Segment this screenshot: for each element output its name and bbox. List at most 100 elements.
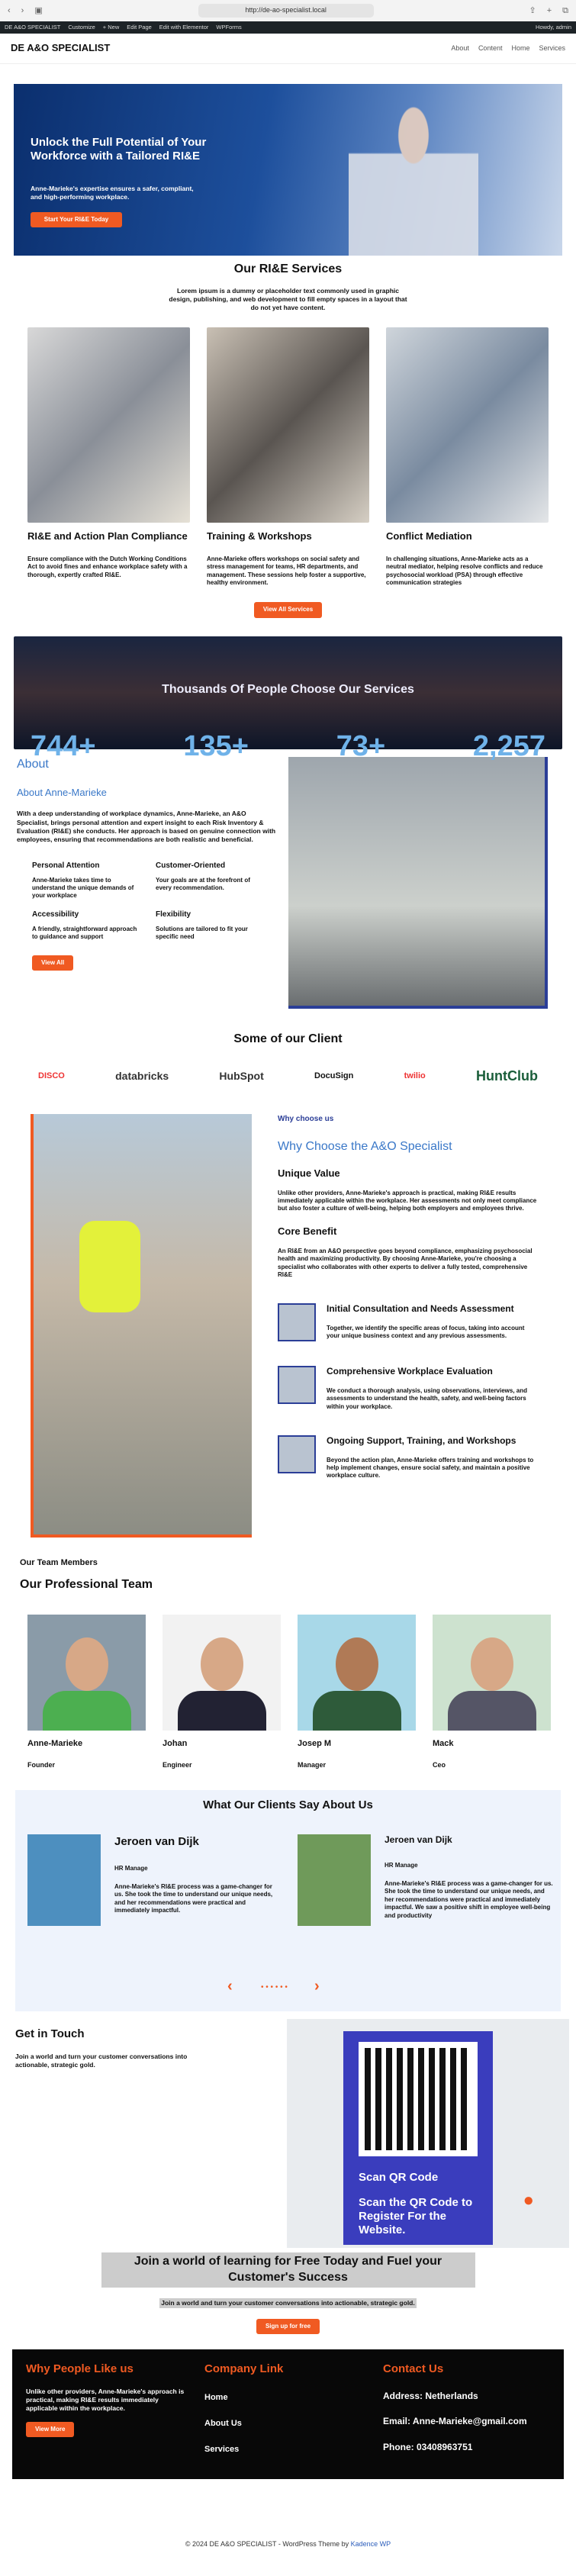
wp-elementor-link[interactable]: Edit with Elementor	[159, 24, 209, 31]
copyright-text: © 2024 DE A&O SPECIALIST - WordPress The…	[185, 2540, 349, 2549]
testimonial-text: Anne-Marieke's RI&E process was a game-c…	[385, 1880, 553, 1919]
nav-content[interactable]: Content	[478, 44, 503, 53]
footer-contact-title: Contact Us	[383, 2362, 444, 2376]
stats-title: Thousands Of People Choose Our Services	[162, 682, 414, 696]
footer-phone[interactable]: Phone: 03408963751	[383, 2442, 543, 2454]
member-name: Johan	[163, 1739, 188, 1749]
testimonials-title: What Our Clients Say About Us	[203, 1798, 373, 1812]
prev-arrow-icon[interactable]: ‹	[227, 1976, 233, 1996]
clients-title: Some of our Client	[233, 1032, 343, 1045]
service-image	[207, 327, 369, 523]
wp-howdy-link[interactable]: Howdy, admin	[536, 24, 571, 31]
wp-new-link[interactable]: + New	[103, 24, 119, 31]
service-title: Conflict Mediation	[386, 530, 472, 542]
contact-title: Get in Touch	[15, 2027, 85, 2041]
wp-customize-link[interactable]: Customize	[68, 24, 95, 31]
testimonial-name: Jeroen van Dijk	[114, 1835, 199, 1849]
process-step: Ongoing Support, Training, and Workshops…	[278, 1435, 537, 1480]
feature-title: Personal Attention	[32, 861, 100, 870]
testimonial-photo	[27, 1834, 101, 1927]
about-features: Personal Attention Anne-Marieke takes tim…	[32, 861, 261, 942]
next-arrow-icon[interactable]: ›	[314, 1976, 320, 1996]
about-section: About About Anne-Marieke With a deep und…	[17, 756, 559, 1009]
share-icon[interactable]: ⇪	[529, 5, 536, 16]
feature-text: Solutions are tailored to fit your speci…	[156, 925, 248, 941]
member-photo	[433, 1615, 551, 1731]
about-subtitle: About Anne-Marieke	[17, 786, 107, 798]
cta-subtitle: Join a world and turn your customer conv…	[159, 2297, 417, 2308]
back-icon[interactable]: ‹	[8, 5, 11, 16]
map[interactable]: Scan QR Code Scan the QR Code to Registe…	[287, 2019, 569, 2249]
wp-edit-link[interactable]: Edit Page	[127, 24, 152, 31]
services-lead: Lorem ipsum is a dummy or placeholder te…	[169, 286, 407, 311]
step-title: Initial Consultation and Needs Assessmen…	[327, 1303, 514, 1315]
carousel-dots[interactable]: • • • • • •	[261, 1982, 288, 1992]
about-description: With a deep understanding of workplace d…	[17, 810, 276, 843]
service-card: Training & Workshops Anne-Marieke offers…	[207, 327, 369, 587]
wp-site-link[interactable]: DE A&O SPECIALIST	[5, 24, 60, 31]
member-role: Engineer	[163, 1761, 192, 1769]
tabs-icon[interactable]: ⧉	[562, 5, 568, 16]
site-logo[interactable]: DE A&O SPECIALIST	[11, 42, 110, 55]
view-all-services-button[interactable]: View All Services	[253, 602, 323, 618]
why-title: Why Choose the A&O Specialist	[278, 1139, 452, 1153]
team-heading: Our Team Members	[20, 1557, 98, 1567]
client-logo: DISCO	[38, 1071, 65, 1081]
footer-view-more-button[interactable]: View More	[26, 2421, 75, 2438]
cta-title: Join a world of learning for Free Today …	[101, 2252, 475, 2288]
feature-text: Your goals are at the forefront of every…	[156, 876, 250, 892]
footer-link-about[interactable]: About Us	[204, 2418, 365, 2429]
testimonials-section: What Our Clients Say About Us Jeroen van…	[15, 1790, 561, 2012]
footer-link-home[interactable]: Home	[204, 2392, 365, 2403]
site-header: DE A&O SPECIALIST About Content Home Ser…	[0, 34, 576, 64]
hero-cta-button[interactable]: Start Your RI&E Today	[31, 212, 122, 228]
footer: Why People Like us Unlike other providers…	[12, 2349, 564, 2480]
contact-text: Join a world and turn your customer conv…	[15, 2052, 188, 2069]
hero-banner: Unlock the Full Potential of Your Workfo…	[14, 84, 562, 256]
forward-icon[interactable]: ›	[21, 5, 24, 16]
stats-banner: Thousands Of People Choose Our Services …	[14, 636, 562, 762]
testimonial-role: HR Manage	[114, 1864, 148, 1872]
service-text: In challenging situations, Anne-Marieke …	[386, 555, 543, 586]
sidebar-icon[interactable]: ▣	[34, 5, 42, 16]
member-name: Mack	[433, 1739, 454, 1749]
about-view-all-button[interactable]: View All	[32, 955, 74, 971]
step-text: We conduct a thorough analysis, using ob…	[327, 1386, 528, 1410]
testimonial-name: Jeroen van Dijk	[385, 1834, 452, 1846]
cta-section: Join a world of learning for Free Today …	[0, 2252, 576, 2335]
wp-wpforms-link[interactable]: WPForms	[216, 24, 241, 31]
stat-value: 744+	[31, 729, 96, 762]
member-role: Founder	[27, 1761, 55, 1769]
nav-home[interactable]: Home	[511, 44, 529, 53]
team-member: Johan Engineer	[163, 1615, 281, 1770]
team-member: Anne-Marieke Founder	[27, 1615, 146, 1770]
new-tab-icon[interactable]: +	[547, 5, 552, 16]
step-image	[278, 1303, 316, 1342]
footer-email[interactable]: Email: Anne-Marieke@gmail.com	[383, 2416, 543, 2428]
member-name: Josep M	[298, 1739, 332, 1749]
browser-toolbar: ‹ › ▣ http://de-ao-specialist.local ⇪ + …	[0, 0, 576, 21]
client-logo: twilio	[404, 1071, 426, 1081]
nav-about[interactable]: About	[451, 44, 469, 53]
core-benefit-text: An RI&E from an A&O perspective goes bey…	[278, 1247, 533, 1278]
step-image	[278, 1435, 316, 1474]
feature-title: Flexibility	[156, 910, 191, 919]
nav-services[interactable]: Services	[539, 44, 565, 53]
feature-text: A friendly, straightforward approach to …	[32, 925, 137, 941]
qr-text: Scan the QR Code to Register For the Web…	[359, 2195, 473, 2236]
core-benefit-title: Core Benefit	[278, 1225, 337, 1237]
footer-link-services[interactable]: Services	[204, 2444, 365, 2455]
team-title: Our Professional Team	[20, 1578, 153, 1592]
member-role: Ceo	[433, 1761, 446, 1769]
why-photo	[31, 1113, 252, 1538]
hero-subtitle: Anne-Marieke's expertise ensures a safer…	[31, 185, 194, 201]
team-list: Anne-Marieke Founder Johan Engineer Josep …	[27, 1615, 576, 1770]
theme-link[interactable]: Kadence WP	[351, 2540, 391, 2548]
url-text: http://de-ao-specialist.local	[245, 6, 327, 14]
qr-code	[359, 2042, 478, 2157]
address-bar[interactable]: http://de-ao-specialist.local	[198, 4, 374, 18]
client-logo: HuntClub	[476, 1067, 538, 1084]
signup-button[interactable]: Sign up for free	[256, 2318, 320, 2335]
main-nav: About Content Home Services	[451, 44, 565, 53]
unique-value-title: Unique Value	[278, 1167, 340, 1179]
